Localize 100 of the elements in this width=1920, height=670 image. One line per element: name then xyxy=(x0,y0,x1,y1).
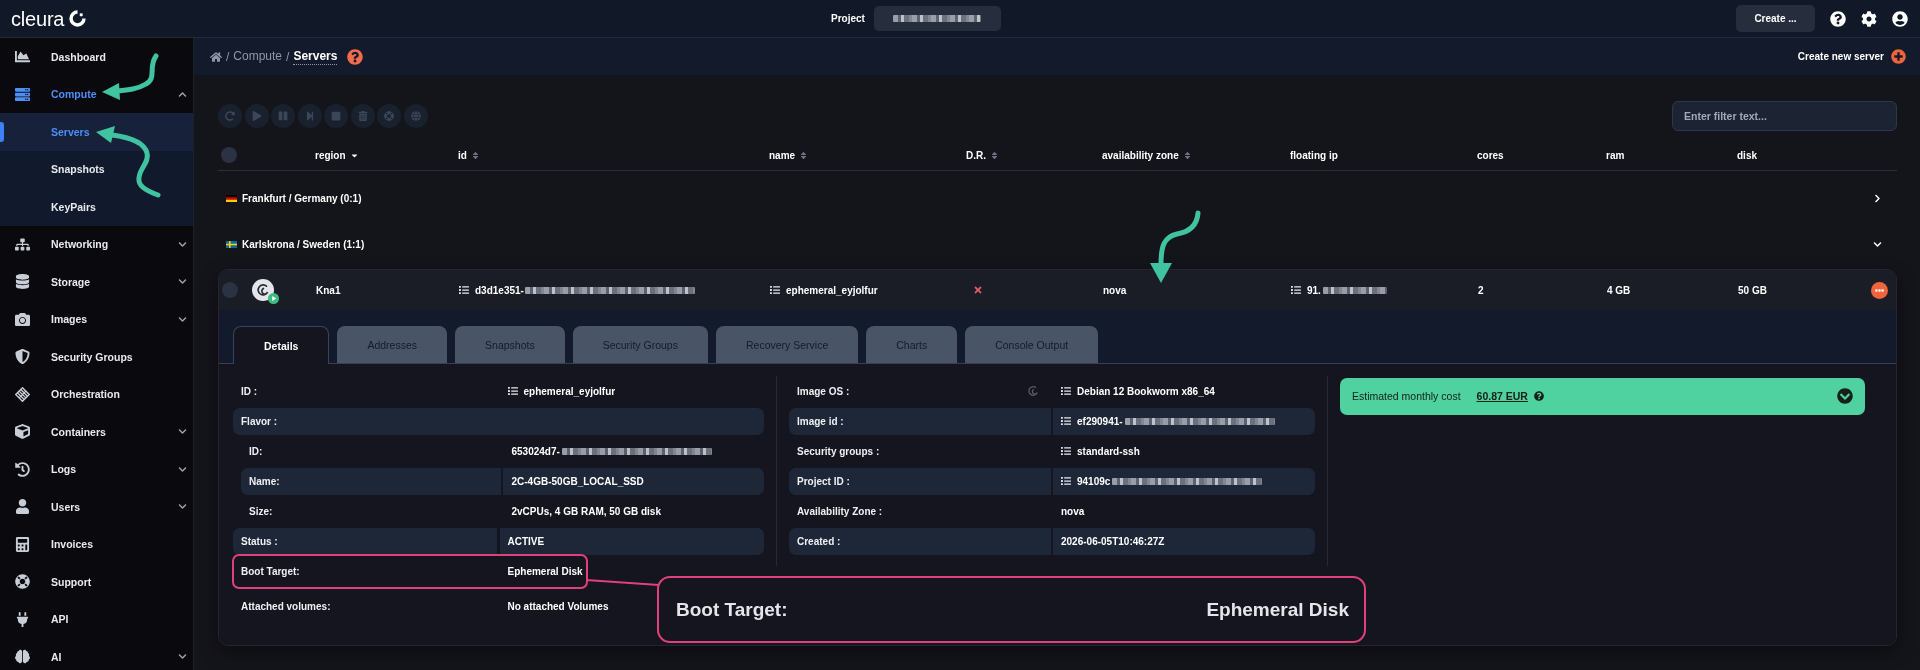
sidebar-item[interactable]: Invoices xyxy=(0,525,193,563)
logo-wordmark: cleura xyxy=(11,8,65,29)
list-icon xyxy=(459,285,469,295)
detail-value: No attached Volumes xyxy=(507,600,609,612)
sidebar-item[interactable]: Snapshots xyxy=(0,150,193,188)
help-icon[interactable] xyxy=(1533,391,1544,401)
globe-icon xyxy=(410,111,421,121)
cost-amount-link[interactable]: 60.87 EUR xyxy=(1476,390,1528,402)
column-header[interactable]: name xyxy=(769,149,809,161)
server-name[interactable]: ephemeral_eyjolfur xyxy=(786,284,878,296)
detail-value: 653024d7- xyxy=(511,445,560,457)
column-header[interactable]: id xyxy=(458,149,480,161)
column-header[interactable]: availability zone xyxy=(1102,149,1192,161)
column-header: cores xyxy=(1477,149,1504,161)
chevron-down-icon[interactable] xyxy=(178,314,187,324)
shield-icon xyxy=(14,349,30,365)
breadcrumb-link[interactable]: Servers xyxy=(293,48,338,65)
detail-value: Debian 12 Bookworm x86_64 xyxy=(1077,385,1215,397)
sidebar-item[interactable]: Logs xyxy=(0,450,193,488)
filter-input[interactable]: Enter filter text... xyxy=(1672,101,1897,131)
lattice-icon xyxy=(14,386,30,402)
chevron-down-icon[interactable] xyxy=(178,427,187,437)
sidebar-item[interactable]: Orchestration xyxy=(0,375,193,413)
camera-icon xyxy=(14,311,30,327)
sitemap-icon xyxy=(14,236,30,252)
sort-icon xyxy=(990,150,999,160)
column-header[interactable]: region xyxy=(315,149,359,161)
sidebar-item[interactable]: Images xyxy=(0,300,193,338)
core-count: 2 xyxy=(1478,284,1484,296)
detail-label: Image id : xyxy=(797,415,844,427)
sidebar-item[interactable]: Networking xyxy=(0,225,193,263)
column-header[interactable]: D.R. xyxy=(966,149,999,161)
sort-icon xyxy=(470,150,480,160)
swirl-logo-icon xyxy=(252,279,274,301)
breadcrumb-separator: / xyxy=(226,49,230,64)
chevron-down-icon[interactable] xyxy=(178,652,187,662)
calculator-icon xyxy=(14,536,30,552)
chevron-down-icon[interactable] xyxy=(178,277,187,287)
sidebar-item[interactable]: Dashboard xyxy=(0,38,193,76)
life-ring-icon xyxy=(14,574,30,590)
detail-value: Ephemeral Disk xyxy=(507,565,583,577)
refresh-icon xyxy=(225,111,235,121)
detail-label: Size: xyxy=(249,505,273,517)
cube-icon xyxy=(14,424,30,440)
chevron-down-icon[interactable] xyxy=(1873,239,1882,249)
sidebar-item[interactable]: Servers xyxy=(0,113,193,151)
chevron-down-icon[interactable] xyxy=(178,239,187,249)
sort-icon xyxy=(1182,150,1192,160)
sidebar-item[interactable]: API xyxy=(0,600,193,638)
sidebar-item[interactable]: Containers xyxy=(0,413,193,451)
callout-value: Ephemeral Disk xyxy=(1206,598,1349,621)
sidebar-item[interactable]: Users xyxy=(0,488,193,526)
home-icon[interactable] xyxy=(210,50,222,63)
flag-icon xyxy=(226,194,237,202)
detail-label: Image OS : xyxy=(797,385,850,397)
settings-icon[interactable] xyxy=(1861,10,1877,27)
server-icon xyxy=(14,86,30,102)
history-icon xyxy=(14,461,30,477)
tab[interactable]: Details xyxy=(233,326,330,364)
sidebar-item[interactable]: Compute xyxy=(0,75,193,113)
chevron-right-icon[interactable] xyxy=(1873,193,1882,203)
help-icon[interactable] xyxy=(347,48,364,65)
flag-icon xyxy=(226,240,237,248)
help-icon[interactable] xyxy=(1830,10,1846,27)
project-select[interactable] xyxy=(873,6,1001,31)
sidebar-item[interactable]: Security Groups xyxy=(0,338,193,376)
detail-value: ephemeral_eyjolfur xyxy=(523,385,616,397)
sidebar-item[interactable]: AI xyxy=(0,638,193,670)
sidebar-item[interactable]: Storage xyxy=(0,263,193,301)
region-group-toggle[interactable]: Karlskrona / Sweden (1:1) xyxy=(226,238,365,250)
select-all-checkbox[interactable] xyxy=(221,147,237,163)
detail-value: standard-ssh xyxy=(1077,445,1140,457)
server-row[interactable]: Kna1 d3d1e351- ephemeral_eyjolfur nova 91. 2 4 GB 50 GB xyxy=(219,270,1896,310)
server-region: Kna1 xyxy=(316,284,341,296)
detail-label: Name: xyxy=(249,475,280,487)
region-group-toggle[interactable]: Frankfurt / Germany (0:1) xyxy=(226,192,362,204)
logo-icon xyxy=(68,9,88,28)
detail-label: Boot Target: xyxy=(241,565,300,577)
play-icon xyxy=(251,111,262,121)
sidebar-item[interactable]: KeyPairs xyxy=(0,188,193,226)
sidebar-item[interactable]: Support xyxy=(0,563,193,601)
create-server-button[interactable]: Create new server xyxy=(1797,49,1906,64)
list-icon xyxy=(1291,285,1301,295)
callout-label: Boot Target: xyxy=(676,598,788,621)
chevron-down-icon[interactable] xyxy=(178,464,187,474)
detail-label: Security groups : xyxy=(797,445,880,457)
account-icon[interactable] xyxy=(1892,10,1908,27)
breadcrumb-link[interactable]: Compute xyxy=(233,49,283,64)
create-button[interactable]: Create ... xyxy=(1736,5,1815,32)
column-header: disk xyxy=(1737,149,1757,161)
detail-label: ID: xyxy=(249,445,263,457)
chevron-down-icon[interactable] xyxy=(178,502,187,512)
chevron-up-icon[interactable] xyxy=(178,89,187,99)
floating-ip: 91. xyxy=(1307,284,1321,296)
availability-zone: nova xyxy=(1103,284,1127,296)
row-checkbox[interactable] xyxy=(222,282,238,298)
more-button[interactable] xyxy=(1871,281,1888,299)
server-id: d3d1e351- xyxy=(475,284,524,296)
detail-label: ID : xyxy=(241,385,258,397)
chevron-down-icon[interactable] xyxy=(1837,388,1853,404)
